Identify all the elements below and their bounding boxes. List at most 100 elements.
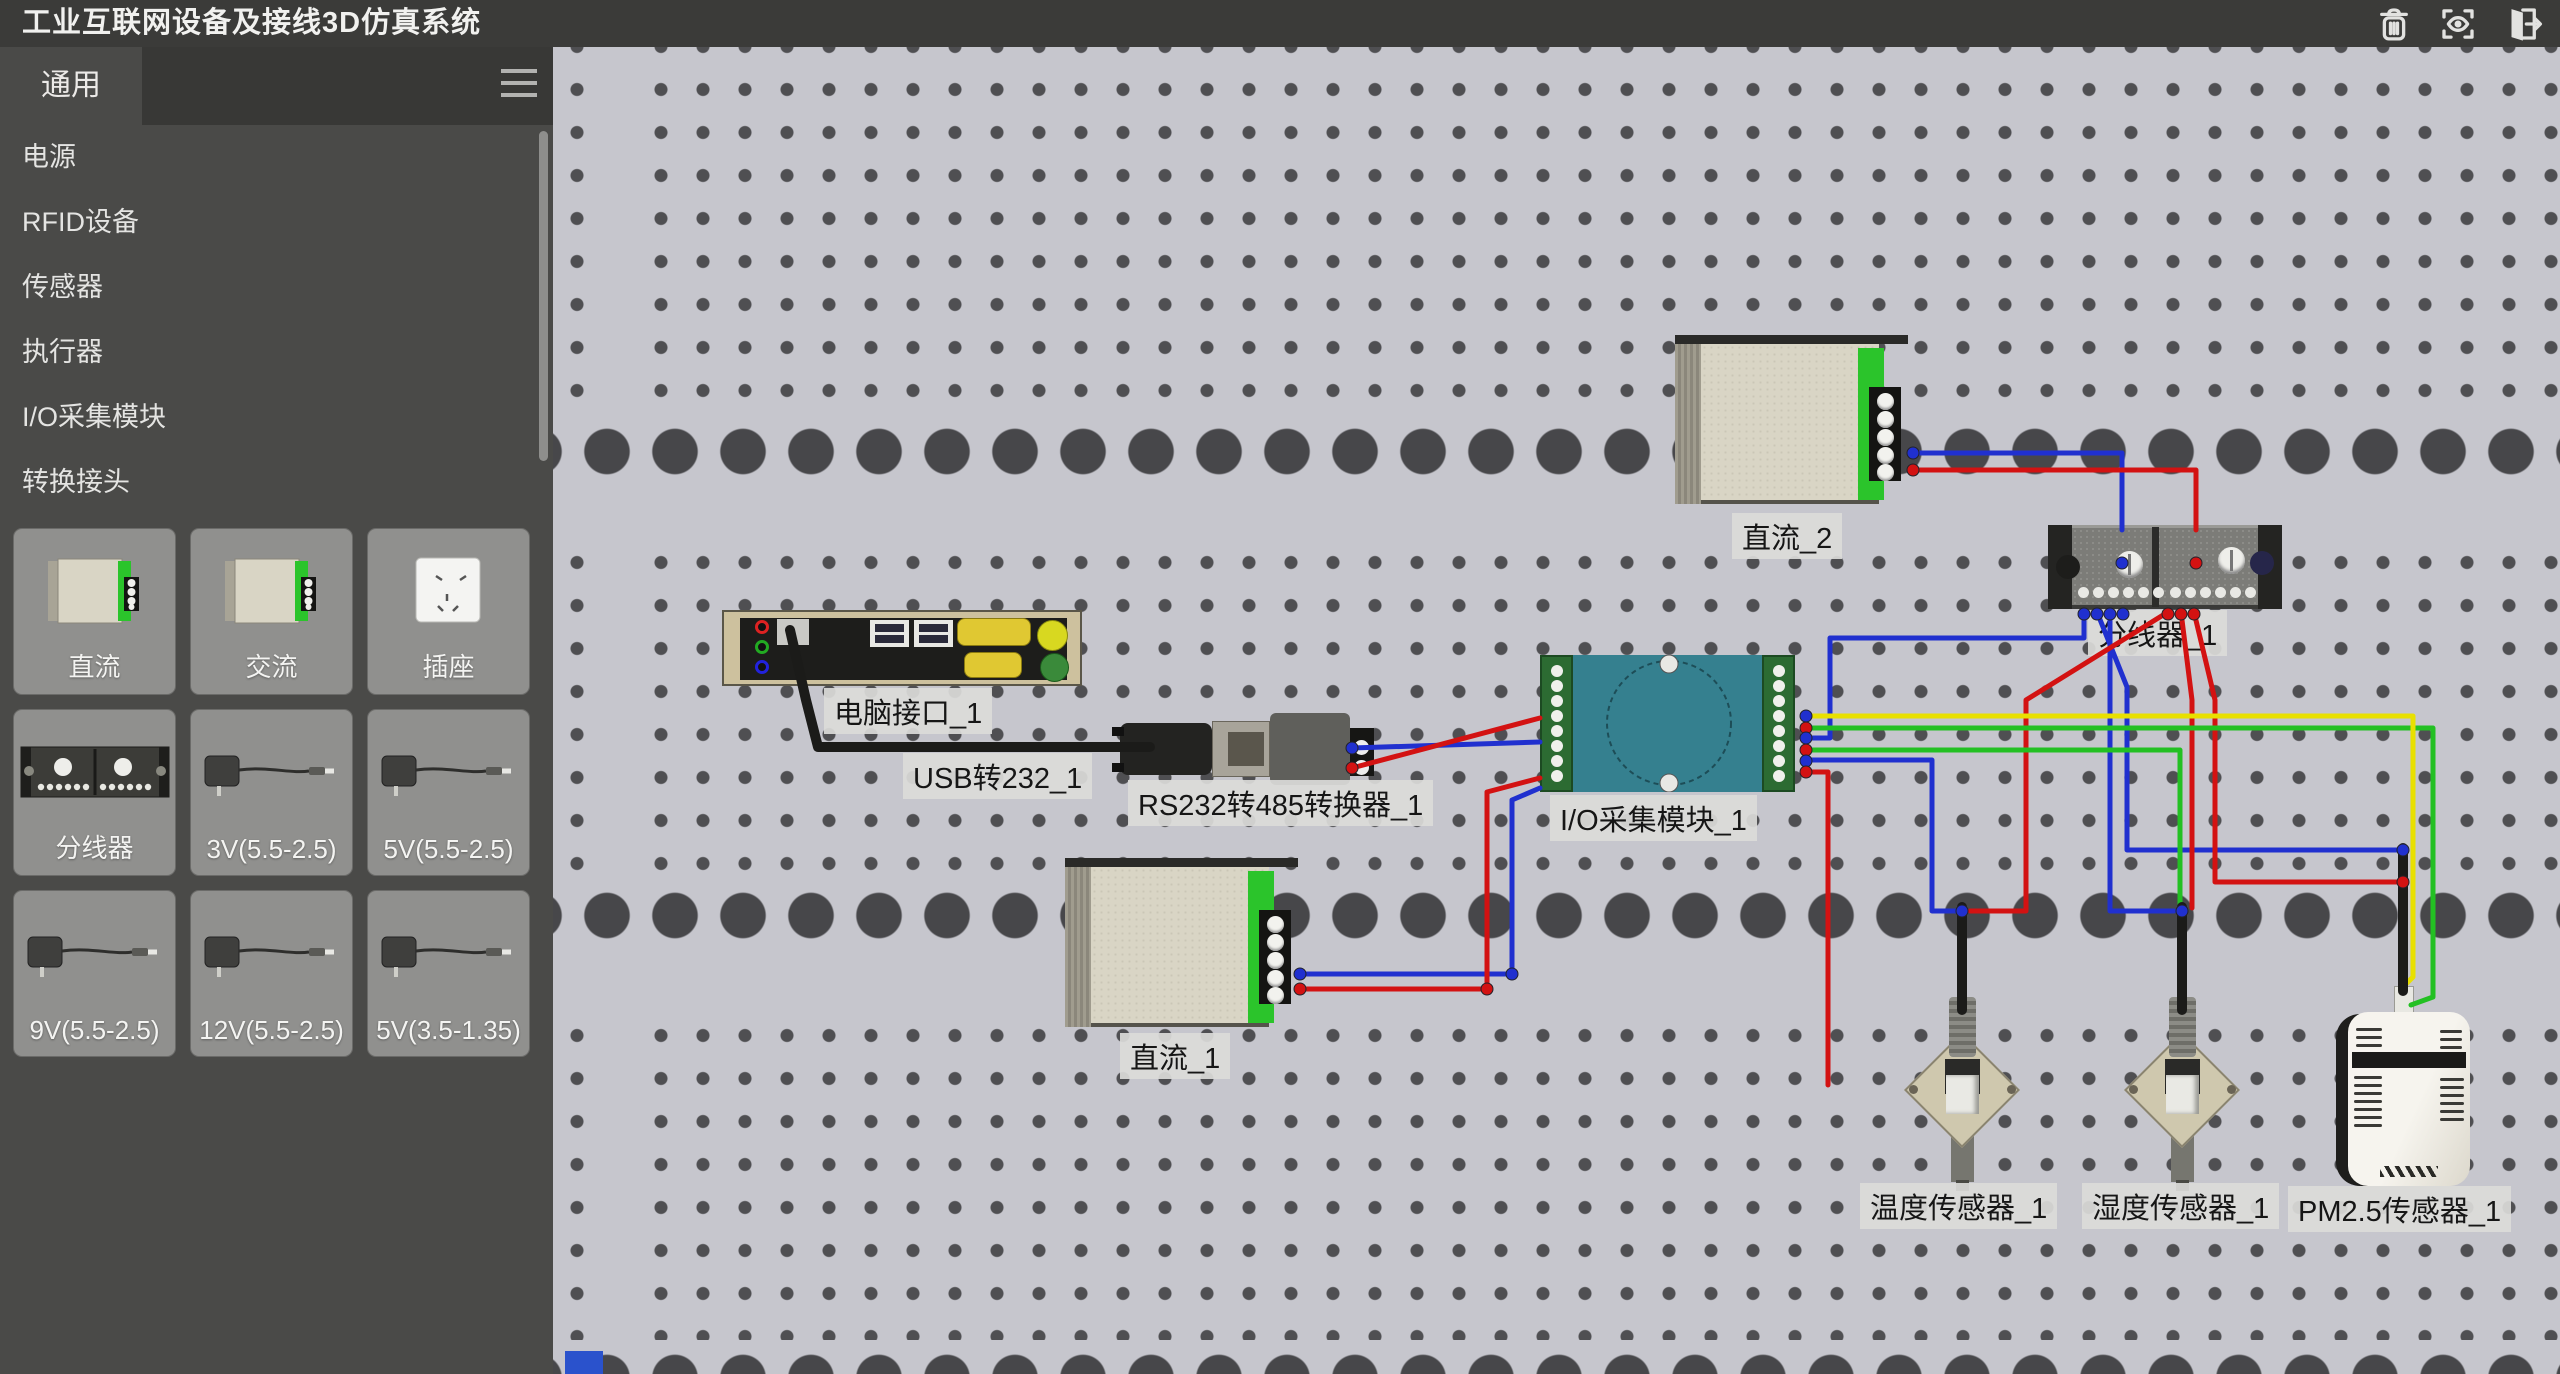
tab-general[interactable]: 通用: [0, 47, 142, 125]
sidebar: 通用 电源RFID设备传感器执行器I/O采集模块转换接头 直流交流插座分线器 3V…: [0, 47, 553, 1374]
mount-hole: [2227, 1085, 2236, 1094]
device-splitter-1[interactable]: [2048, 525, 2282, 609]
category-item-5[interactable]: 转换接头: [0, 450, 553, 515]
terminal-screw: [1354, 740, 1369, 755]
psu-icon: [14, 543, 175, 639]
toolbar: [2370, 2, 2546, 46]
splitter-screw: [2116, 551, 2143, 578]
dc-2-label: 直流_2: [1732, 513, 1842, 559]
pegboard-hole-row-3: [553, 1340, 2560, 1374]
pegboard-hole-row-1: [553, 412, 2560, 540]
io-module-1-label: I/O采集模块_1: [1550, 795, 1757, 841]
component-card-5V(3.5-1.35)[interactable]: 5V(3.5-1.35): [367, 890, 530, 1057]
category-item-0[interactable]: 电源: [0, 125, 553, 190]
hamburger-menu-icon[interactable]: [501, 69, 537, 103]
psu-icon: [191, 543, 352, 639]
device-io-module-1[interactable]: [1540, 655, 1795, 792]
io-terminal-strip-left[interactable]: [1540, 655, 1573, 792]
db9-face: [1228, 732, 1264, 766]
psu-terminal-block[interactable]: [1869, 387, 1901, 481]
psu-body: [1701, 344, 1879, 504]
component-card-插座[interactable]: 插座: [367, 528, 530, 695]
psu-heatsink: [1065, 867, 1091, 1027]
component-card-label: 5V(5.5-2.5): [368, 834, 529, 865]
component-card-label: 5V(3.5-1.35): [368, 1015, 529, 1046]
audio-jack-blue: [755, 660, 769, 674]
pc-interface-1-label: 电脑接口_1: [824, 688, 992, 734]
simulation-canvas[interactable]: 直流_2分线器_1电脑接口_1USB转232_1RS232转485转换器_1I/…: [553, 47, 2560, 1374]
ps2-port: [777, 619, 809, 645]
adapter-icon: [14, 905, 175, 1001]
preview-icon[interactable]: [2434, 3, 2482, 45]
device-temp-sensor-1[interactable]: [1903, 997, 2023, 1197]
mount-hole: [2007, 1085, 2016, 1094]
vent-slots: [2440, 1078, 2464, 1126]
splitter-icon: [14, 724, 175, 820]
device-dc-1[interactable]: [1065, 858, 1298, 1034]
component-card-3V(5.5-2.5)[interactable]: 3V(5.5-2.5): [190, 709, 353, 876]
category-item-3[interactable]: 执行器: [0, 320, 553, 385]
adapter-icon: [368, 724, 529, 820]
category-item-4[interactable]: I/O采集模块: [0, 385, 553, 450]
component-card-9V(5.5-2.5)[interactable]: 9V(5.5-2.5): [13, 890, 176, 1057]
splitter-screw: [2218, 547, 2245, 574]
round-port-yellow: [1037, 620, 1068, 651]
device-pc-interface-1[interactable]: [722, 610, 1082, 686]
title-bar: 工业互联网设备及接线3D仿真系统: [0, 0, 2560, 47]
component-card-label: 插座: [368, 647, 529, 684]
socket-icon: [368, 543, 529, 639]
mount-hole: [2129, 1085, 2138, 1094]
pegboard-hole-row-2: [553, 877, 2560, 1005]
io-terminal-strip-right[interactable]: [1762, 655, 1795, 792]
cable-gland: [1949, 997, 1976, 1057]
io-module-body: [1570, 655, 1768, 792]
adapter-icon: [191, 905, 352, 1001]
component-card-12V(5.5-2.5)[interactable]: 12V(5.5-2.5): [190, 890, 353, 1057]
terminal-screw: [1354, 760, 1369, 775]
component-grid: 直流交流插座分线器 3V(5.5-2.5) 5V(5.5-2.5) 9V(5.5-2.…: [13, 528, 530, 1057]
vent-slots: [2354, 1076, 2382, 1132]
device-humidity-sensor-1[interactable]: [2123, 997, 2243, 1197]
splitter-hole: [2056, 555, 2080, 579]
component-card-直流[interactable]: 直流: [13, 528, 176, 695]
serial-port-db9: [957, 618, 1031, 646]
component-card-label: 分线器: [14, 828, 175, 865]
usb-to-232-1-label: USB转232_1: [903, 753, 1092, 799]
device-usb232-rs485[interactable]: [1120, 702, 1380, 792]
viewport-indicator: [565, 1351, 603, 1374]
mount-hole: [1909, 1085, 1918, 1094]
component-card-label: 12V(5.5-2.5): [191, 1015, 352, 1046]
splitter-terminals[interactable]: [2170, 587, 2256, 599]
delete-icon[interactable]: [2370, 3, 2418, 45]
psu-top-edge: [1675, 335, 1908, 344]
vent-slots: [2440, 1030, 2462, 1054]
category-item-1[interactable]: RFID设备: [0, 190, 553, 255]
temp-sensor-1-label: 温度传感器_1: [1860, 1183, 2057, 1229]
cable-gland: [2169, 997, 2196, 1057]
vent-slots: [2356, 1028, 2382, 1052]
psu-top-edge: [1065, 858, 1298, 867]
exit-icon[interactable]: [2498, 3, 2546, 45]
device-pm25-sensor-1[interactable]: [2336, 984, 2476, 1194]
category-list: 电源RFID设备传感器执行器I/O采集模块转换接头: [0, 125, 553, 515]
adapter-icon: [368, 905, 529, 1001]
category-scrollbar[interactable]: [539, 131, 548, 461]
pegboard-seam: [611, 47, 628, 1374]
component-card-分线器[interactable]: 分线器: [13, 709, 176, 876]
humidity-sensor-1-label: 湿度传感器_1: [2082, 1183, 2279, 1229]
psu-body: [1091, 867, 1269, 1027]
component-card-5V(5.5-2.5)[interactable]: 5V(5.5-2.5): [367, 709, 530, 876]
splitter-hole: [2250, 551, 2274, 575]
psu-terminal-block[interactable]: [1259, 910, 1291, 1004]
audio-jack-green: [755, 640, 769, 654]
splitter-1-label: 分线器_1: [2088, 610, 2227, 656]
device-dc-2[interactable]: [1675, 335, 1908, 511]
category-item-2[interactable]: 传感器: [0, 255, 553, 320]
splitter-terminals[interactable]: [2078, 587, 2164, 599]
sensor-collar: [1946, 1075, 1979, 1114]
component-card-label: 3V(5.5-2.5): [191, 834, 352, 865]
audio-jack-red: [755, 620, 769, 634]
component-card-交流[interactable]: 交流: [190, 528, 353, 695]
app-title: 工业互联网设备及接线3D仿真系统: [22, 0, 481, 47]
dc-1-label: 直流_1: [1120, 1033, 1230, 1079]
